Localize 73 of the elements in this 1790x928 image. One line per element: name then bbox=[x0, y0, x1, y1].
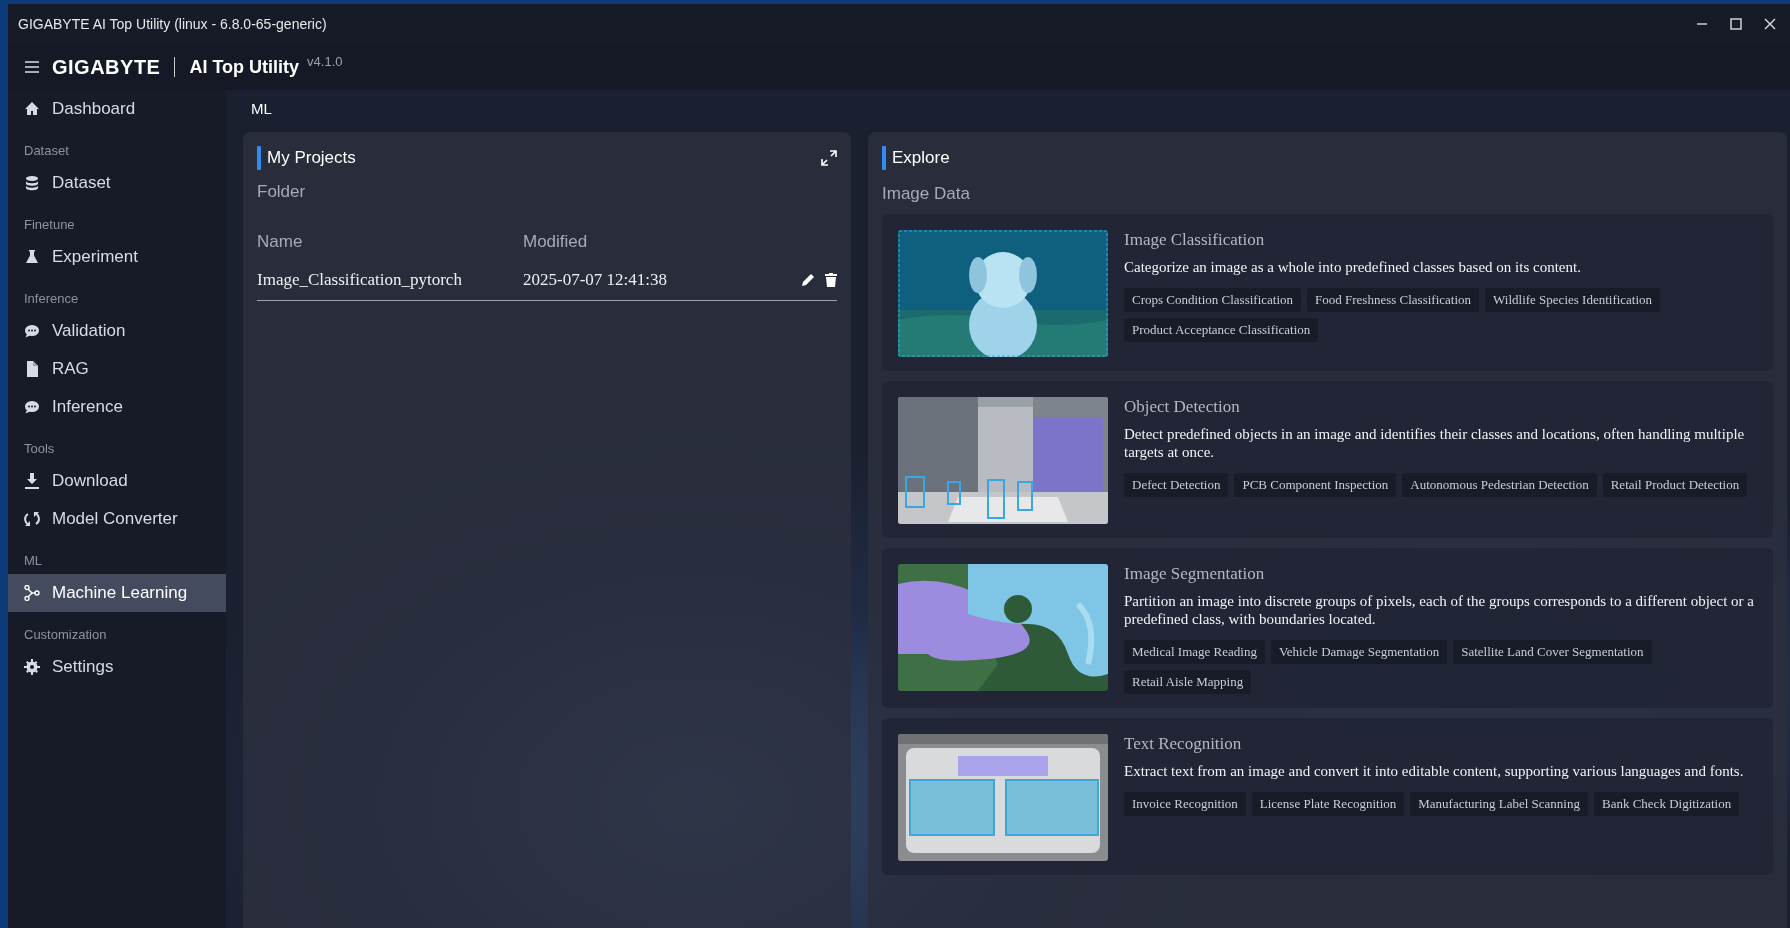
edit-icon[interactable] bbox=[801, 273, 815, 287]
nav-item[interactable]: Dataset bbox=[8, 164, 226, 202]
convert-icon bbox=[24, 511, 40, 527]
maximize-icon[interactable] bbox=[1730, 18, 1742, 30]
tag: Food Freshness Classification bbox=[1307, 288, 1480, 312]
tag: Manufacturing Label Scanning bbox=[1410, 792, 1588, 816]
panel-title: My Projects bbox=[267, 148, 357, 168]
breadcrumb: ML bbox=[250, 99, 273, 119]
trash-icon[interactable] bbox=[825, 273, 837, 287]
card-description: Detect predefined objects in an image and identifies their classes and locations, often handling multiple targets at once. bbox=[1124, 425, 1746, 461]
section-label: Dataset bbox=[23, 142, 70, 160]
section-label: Inference bbox=[23, 290, 80, 308]
nav-item[interactable]: Validation bbox=[8, 312, 226, 350]
section-title: Image Data bbox=[882, 184, 971, 204]
menu-icon[interactable] bbox=[24, 60, 40, 74]
task-card[interactable] bbox=[882, 214, 1773, 371]
table-cell: 2025-07-07 12:41:38 bbox=[523, 260, 775, 301]
card-title: Image Segmentation bbox=[1124, 564, 1266, 584]
database-icon bbox=[24, 175, 40, 191]
tag: Autonomous Pedestrian Detection bbox=[1402, 473, 1597, 497]
tag: Satellite Land Cover Segmentation bbox=[1453, 640, 1652, 664]
task-card[interactable] bbox=[882, 548, 1773, 708]
app-name: AI Top Utility bbox=[189, 56, 300, 78]
tag: PCB Component Inspection bbox=[1234, 473, 1397, 497]
tag: Bank Check Digitization bbox=[1594, 792, 1740, 816]
tag: License Plate Recognition bbox=[1251, 792, 1405, 816]
branch-icon bbox=[24, 585, 40, 601]
nav-item[interactable]: Dashboard bbox=[8, 90, 226, 128]
tag: Vehicle Damage Segmentation bbox=[1270, 640, 1448, 664]
nav-item[interactable]: RAG bbox=[8, 350, 226, 388]
section-label: Tools bbox=[23, 440, 56, 458]
nav-item[interactable]: Settings bbox=[8, 648, 226, 686]
card-title: Image Classification bbox=[1124, 230, 1266, 250]
section-label: Customization bbox=[23, 626, 108, 644]
column-header: Name bbox=[257, 231, 304, 253]
tag: Retail Product Detection bbox=[1602, 473, 1748, 497]
nav-item[interactable]: Model Converter bbox=[8, 500, 226, 538]
file-icon bbox=[24, 361, 40, 377]
window-title: GIGABYTE AI Top Utility (linux - 6.8.0-65-generic) bbox=[18, 16, 328, 32]
tag: Crops Condition Classification bbox=[1124, 288, 1302, 312]
panel-title: Explore bbox=[892, 148, 951, 168]
nav-item[interactable]: Experiment bbox=[8, 238, 226, 276]
nav-item[interactable]: Machine Learning bbox=[8, 574, 226, 612]
expand-icon[interactable] bbox=[821, 150, 837, 166]
nav-item[interactable]: Inference bbox=[8, 388, 226, 426]
version-label: v4.1.0 bbox=[307, 54, 343, 69]
card-title: Object Detection bbox=[1124, 397, 1241, 417]
settings-icon bbox=[24, 659, 40, 675]
task-card[interactable] bbox=[882, 718, 1773, 875]
brand-logo: GIGABYTE bbox=[52, 55, 161, 79]
close-icon[interactable] bbox=[1764, 18, 1776, 30]
card-title: Text Recognition bbox=[1124, 734, 1243, 754]
nav-item[interactable]: Download bbox=[8, 462, 226, 500]
section-label: ML bbox=[23, 552, 44, 570]
tag: Retail Aisle Mapping bbox=[1124, 670, 1252, 694]
task-card[interactable] bbox=[882, 381, 1773, 538]
tag: Medical Image Reading bbox=[1124, 640, 1265, 664]
card-description: Partition an image into discrete groups of pixels, each of the groups corresponds to a different object or a predefined class, with boundaries located. bbox=[1124, 592, 1755, 628]
download-icon bbox=[24, 473, 40, 489]
home-icon bbox=[24, 101, 40, 117]
card-description: Categorize an image as a whole into predefined classes based on its content. bbox=[1124, 258, 1582, 276]
tag: Product Acceptance Classification bbox=[1124, 318, 1319, 342]
tag: Defect Detection bbox=[1124, 473, 1229, 497]
flask-icon bbox=[24, 249, 40, 265]
card-description: Extract text from an image and convert it into editable content, supporting various languages and fonts. bbox=[1124, 762, 1745, 780]
table-cell: Image_Classification_pytorch bbox=[257, 260, 523, 301]
column-header: Modified bbox=[523, 231, 589, 253]
chat-icon bbox=[24, 399, 40, 415]
tag: Wildlife Species Identification bbox=[1485, 288, 1661, 312]
tag: Invoice Recognition bbox=[1124, 792, 1246, 816]
chat-icon bbox=[24, 323, 40, 339]
section-label: Finetune bbox=[23, 216, 76, 234]
folder-label: Folder bbox=[257, 182, 307, 202]
